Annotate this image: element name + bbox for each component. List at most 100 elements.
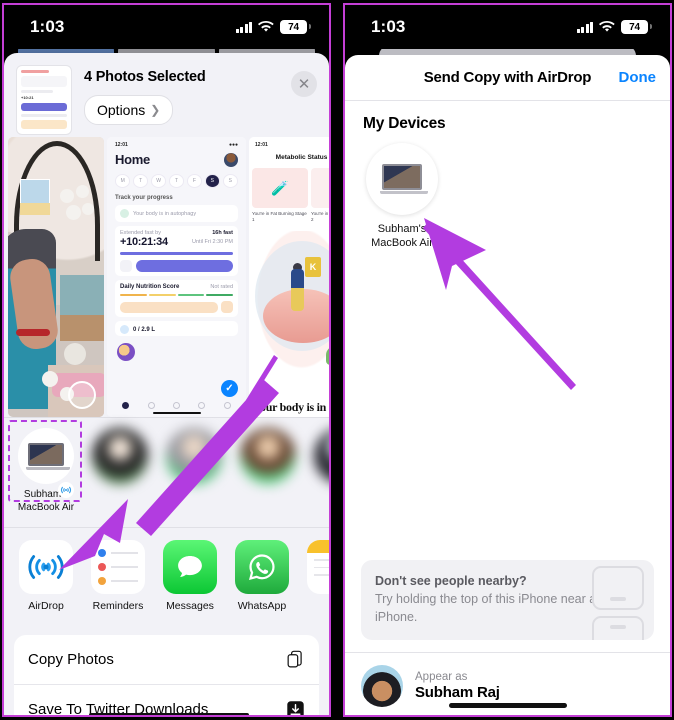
app-label-messages: Messages [166,600,214,612]
app-label-reminders: Reminders [92,600,144,612]
macbook-icon [18,428,74,484]
messages-icon [163,540,217,594]
airdrop-sheet: Send Copy with AirDrop Done My Devices S… [345,55,670,715]
nearby-help-card: Don't see people nearby? Try holding the… [361,559,654,640]
photo3-card-1: You're in Fat Burning Stage 1 [252,211,307,223]
photo2-food-avatar [117,343,135,361]
status-clock: 1:03 [30,17,65,36]
app-label-airdrop: AirDrop [28,600,64,612]
photo3-title: Metabolic Status [275,154,328,161]
photo3-illustration: K [249,231,329,382]
airdrop-devices-row[interactable]: Subham's MacBook Air [4,417,329,527]
airdrop-icon [19,540,73,594]
photo2-water: 0 / 2.9 L [133,326,156,333]
appear-as-name: Subham Raj [415,684,500,701]
photo2-weekday-row: MTWTFSS [115,174,238,188]
app-item-airdrop[interactable]: AirDrop [18,540,74,621]
battery-percent: 74 [288,21,299,33]
appear-as-texts: Appear as Subham Raj [415,671,500,701]
photo2-autophagy-text: Your body is in autophagy [133,210,197,217]
right-phone-panel: 1:03 74 Send Copy with AirDrop Done My D… [337,0,674,720]
status-indicators: 74 [576,20,652,34]
contact-item-1[interactable] [90,428,150,484]
appear-as-label: Appear as [415,671,468,683]
reminders-icon [91,540,145,594]
screenshot-stage: 1:03 74 +10:21 4 Photos Selected Options… [0,0,674,720]
status-indicators: 74 [235,20,311,34]
home-indicator [448,703,567,708]
action-label-copy-photos: Copy Photos [28,651,114,668]
notes-icon [307,540,329,594]
wifi-icon [258,21,274,33]
selection-title: 4 Photos Selected [84,69,206,85]
share-actions-list[interactable]: Copy Photos Save To Twitter Downloads [14,635,319,715]
photo2-time: 12:01 [115,142,128,148]
photo2-progress-label: Track your progress [115,195,173,201]
photo2-avatar [224,153,238,167]
done-button[interactable]: Done [619,69,657,86]
photo-thumbnail-3[interactable]: 12:01 Metabolic Status 🧪 You're in Fat Bu… [249,137,329,417]
left-phone-panel: 1:03 74 +10:21 4 Photos Selected Options… [0,0,337,720]
photo2-fast-label: 16h fast [212,230,233,236]
photo2-selected-check: ✓ [221,380,238,397]
cellular-signal-icon [235,21,252,33]
battery-indicator: 74 [280,20,311,34]
contact-item-3[interactable] [238,428,298,484]
cellular-signal-icon [576,21,593,33]
avatar [361,665,403,707]
options-label: Options [97,102,146,118]
contact-item-4[interactable] [312,428,329,484]
status-clock: 1:03 [371,17,406,36]
airdrop-icon [58,482,74,498]
right-status-bar: 1:03 74 [345,5,670,49]
battery-indicator: 74 [621,20,652,34]
left-status-bar: 1:03 74 [4,5,329,49]
action-row-copy-photos[interactable]: Copy Photos [14,635,319,685]
my-devices-heading: My Devices [363,115,446,132]
photo2-tab-bar [107,402,246,409]
selected-photos-strip[interactable]: 12:01 ●●● Home MTWTFSS Track your progres… [4,137,329,417]
photo3-stage-cards: 🧪You're in Fat Burning Stage 1 🥚You're i… [249,168,329,223]
device-item-macbook[interactable]: Subham's MacBook Air [363,143,441,251]
photo2-timer: +10:21:34 [120,236,168,248]
redaction-bar-1 [89,713,249,715]
share-apps-row[interactable]: AirDrop Reminders Messages WhatsApp [4,527,329,627]
whatsapp-icon [235,540,289,594]
contact-item-2[interactable] [164,428,224,484]
app-item-reminders[interactable]: Reminders [90,540,146,621]
airdrop-sheet-header: Send Copy with AirDrop Done [345,55,670,101]
photo3-caption: Your body is in [253,400,326,414]
device-item-macbook[interactable]: Subham's MacBook Air [8,420,82,514]
close-icon[interactable]: ✕ [291,71,317,97]
chevron-right-icon: ❯ [150,103,161,117]
share-sheet-titles: 4 Photos Selected Options ❯ [84,65,279,125]
photo2-app-title: Home [115,152,150,167]
left-phone-screen: 1:03 74 +10:21 4 Photos Selected Options… [2,3,331,717]
battery-percent: 74 [629,21,640,33]
photo3-card-2: You're in Fat Burning Stage 2 [311,211,329,223]
airdrop-sheet-title: Send Copy with AirDrop [423,69,592,86]
wifi-icon [599,21,615,33]
share-sheet-header: +10:21 4 Photos Selected Options ❯ ✕ [4,53,329,137]
app-item-whatsapp[interactable]: WhatsApp [234,540,290,621]
app-label-whatsapp: WhatsApp [237,600,287,612]
my-devices-grid[interactable]: Subham's MacBook Air [345,133,670,251]
app-item-messages[interactable]: Messages [162,540,218,621]
two-iphones-icon [592,565,644,640]
photo3-time: 12:01 [255,142,268,148]
selection-preview-thumbnail: +10:21 [16,65,72,135]
options-button[interactable]: Options ❯ [84,95,174,125]
copy-icon [286,650,305,669]
right-phone-screen: 1:03 74 Send Copy with AirDrop Done My D… [343,3,672,717]
macbook-icon [366,143,438,215]
photo-thumbnail-1[interactable] [8,137,104,417]
action-row-save-twitter[interactable]: Save To Twitter Downloads [14,685,319,715]
app-item-notes[interactable] [306,540,329,621]
photo2-not-rated: Not rated [210,283,233,290]
photo2-until-label: Until Fri 2:30 PM [192,239,233,245]
share-sheet: +10:21 4 Photos Selected Options ❯ ✕ 12:… [4,53,329,715]
device-label-macbook: Subham's MacBook Air [371,223,433,250]
photo-thumbnail-2[interactable]: 12:01 ●●● Home MTWTFSS Track your progres… [107,137,246,417]
download-icon [286,700,305,715]
photo2-nutrition-label: Daily Nutrition Score [120,283,180,290]
